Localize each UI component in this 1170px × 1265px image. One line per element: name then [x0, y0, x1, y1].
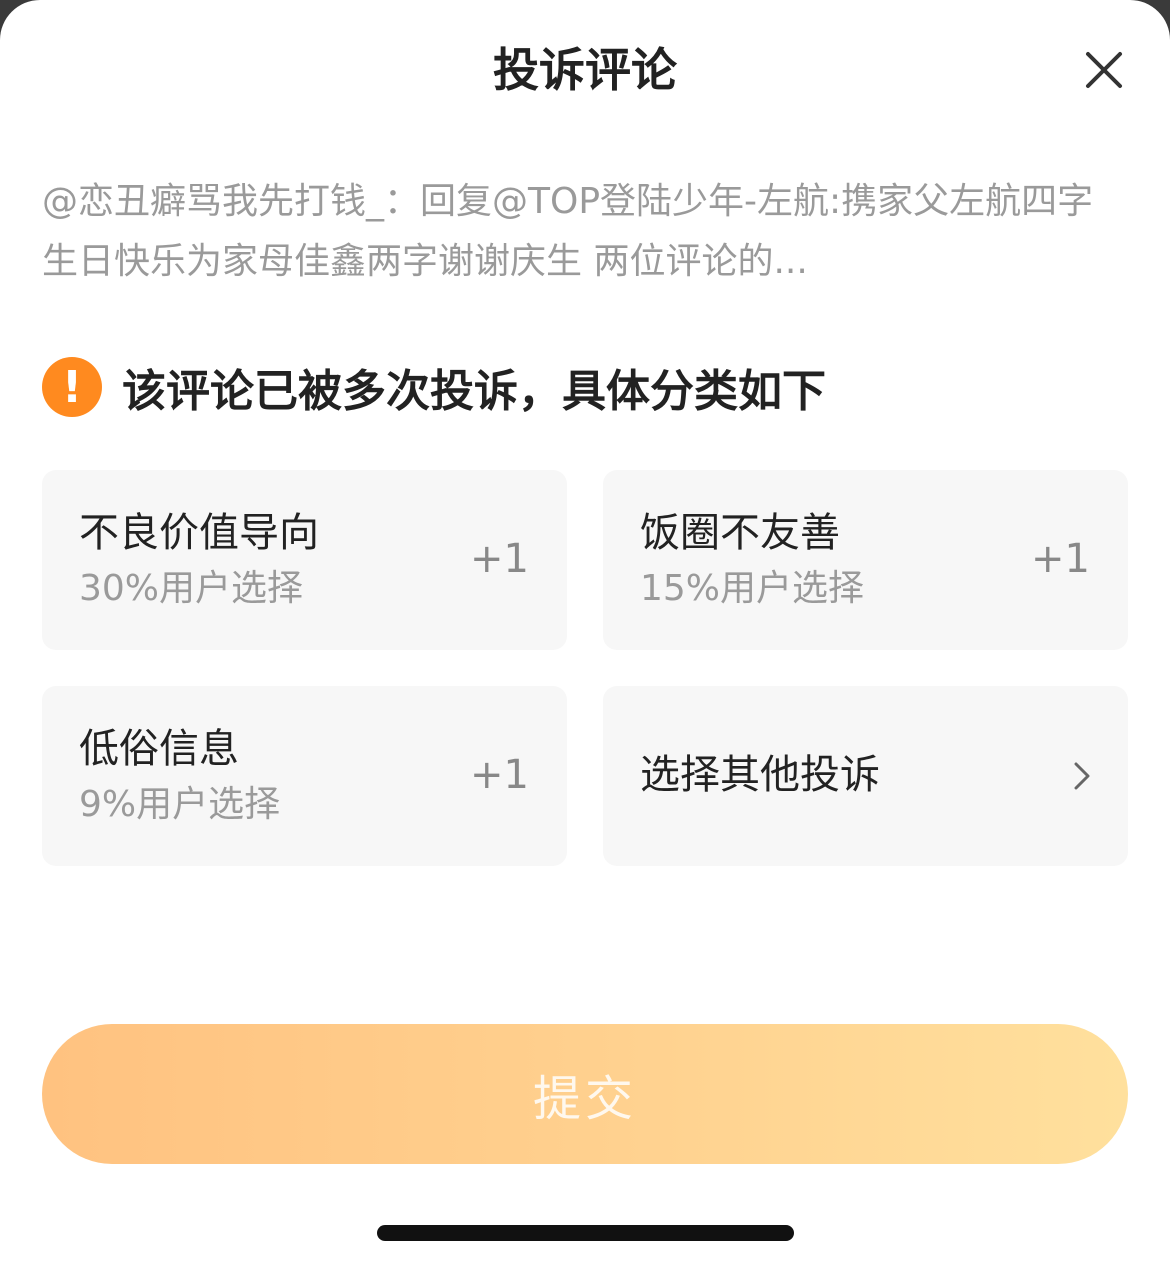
option-card-vulgar-info[interactable]: 低俗信息 9%用户选择 +1	[42, 686, 567, 866]
complaint-sheet: 投诉评论 @恋丑癖骂我先打钱_：回复@TOP登陆少年-左航:携家父左航四字生日快…	[0, 0, 1170, 1265]
warning-icon: !	[42, 357, 102, 417]
submit-button[interactable]: 提交	[42, 1024, 1128, 1164]
close-icon	[1086, 52, 1122, 88]
option-card-bad-values[interactable]: 不良价值导向 30%用户选择 +1	[42, 470, 567, 650]
option-name: 低俗信息	[79, 726, 239, 772]
option-card-other-complaint[interactable]: 选择其他投诉	[603, 686, 1128, 866]
option-percent: 30%用户选择	[79, 568, 304, 609]
option-name: 饭圈不友善	[640, 510, 840, 556]
chevron-right-icon	[1068, 760, 1096, 792]
home-indicator	[377, 1225, 794, 1241]
option-name: 不良价值导向	[79, 510, 319, 556]
option-plus-one: +1	[1031, 536, 1090, 582]
dialog-title: 投诉评论	[493, 43, 677, 97]
option-plus-one: +1	[470, 752, 529, 798]
option-percent: 15%用户选择	[640, 568, 865, 609]
complaint-notice: ! 该评论已被多次投诉，具体分类如下	[42, 352, 826, 422]
other-complaint-label: 选择其他投诉	[640, 752, 880, 798]
option-card-fandom-unfriendly[interactable]: 饭圈不友善 15%用户选择 +1	[603, 470, 1128, 650]
option-plus-one: +1	[470, 536, 529, 582]
reported-comment-text: @恋丑癖骂我先打钱_：回复@TOP登陆少年-左航:携家父左航四字生日快乐为家母佳…	[42, 181, 1094, 282]
notice-text: 该评论已被多次投诉，具体分类如下	[122, 366, 826, 417]
close-button[interactable]	[1080, 46, 1128, 94]
option-percent: 9%用户选择	[79, 784, 281, 825]
